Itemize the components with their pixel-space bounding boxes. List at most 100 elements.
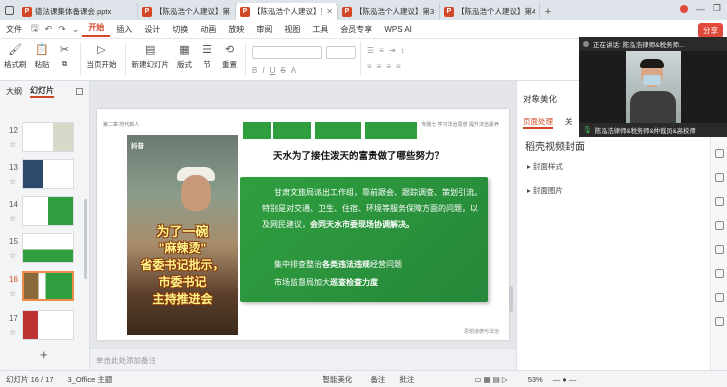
share-button[interactable]: 分享 xyxy=(698,23,723,38)
tab-document-3-active[interactable]: P 【陈泓浩个人建议】第 ✕ xyxy=(236,3,338,20)
sidebar-tool-icon[interactable] xyxy=(715,149,724,158)
sidebar-tool-icon[interactable] xyxy=(715,221,724,230)
tab-slides[interactable]: 幻灯片 xyxy=(30,85,54,98)
zoom-slider[interactable]: — ● — xyxy=(553,375,577,384)
photo-caption: 为了一碗 xyxy=(156,224,209,239)
menu-member[interactable]: 会员专享 xyxy=(334,24,378,35)
slide-thumbnail-12[interactable]: 12 ☆ xyxy=(0,122,90,154)
sidebar-tool-icon[interactable] xyxy=(715,173,724,182)
format-painter-button[interactable]: 🖌 格式刷 xyxy=(4,42,27,70)
menu-view[interactable]: 视图 xyxy=(278,24,306,35)
tab-page-process[interactable]: 页面处理 xyxy=(523,116,553,129)
slide-thumbnail-13[interactable]: 13 ☆ xyxy=(0,159,90,191)
new-slide-button[interactable]: ▤ 新建幻灯片 xyxy=(132,42,170,70)
line-spacing-icon[interactable]: ↕ xyxy=(401,46,405,55)
align-right-icon[interactable]: ≡ xyxy=(386,62,391,71)
header-bar xyxy=(273,122,311,139)
participant-video xyxy=(626,51,681,123)
font-color-icon[interactable]: A xyxy=(291,66,296,75)
tab-document-5[interactable]: P 【陈泓浩个人建议】第4 xyxy=(440,3,540,20)
header-bar xyxy=(315,122,361,139)
underline-icon[interactable]: U xyxy=(270,66,276,75)
reset-button[interactable]: ⟲ 重置 xyxy=(222,42,237,70)
home-button[interactable] xyxy=(0,0,18,20)
theme-name[interactable]: 3_Office 主题 xyxy=(68,374,113,385)
tab-related[interactable]: 关 xyxy=(565,116,573,129)
slide-question: 天水为了接住泼天的富贵做了哪些努力？ xyxy=(273,151,445,162)
zoom-level[interactable]: 53% xyxy=(528,375,543,384)
paste-button[interactable]: 📋 粘贴 xyxy=(35,42,50,70)
menu-transition[interactable]: 切换 xyxy=(166,24,194,35)
menu-home[interactable]: 开始 xyxy=(82,22,111,37)
bold-icon[interactable]: B xyxy=(252,66,257,75)
comments-toggle[interactable]: 批注 xyxy=(399,374,414,385)
layout-button[interactable]: ▦ 版式 xyxy=(177,42,192,70)
align-left-icon[interactable]: ≡ xyxy=(367,62,372,71)
redo-icon[interactable]: ↷ xyxy=(55,24,69,35)
sidebar-tool-icon[interactable] xyxy=(715,317,724,326)
thumbnails-scrollbar[interactable] xyxy=(84,199,87,279)
add-slide-button[interactable]: + xyxy=(40,347,48,362)
panel-toggle-icon[interactable] xyxy=(76,87,83,95)
brush-icon: 🖌 xyxy=(8,43,23,56)
minimize-icon[interactable]: — xyxy=(696,4,705,14)
speaker-icon xyxy=(583,41,589,47)
tab-outline[interactable]: 大纲 xyxy=(6,86,22,97)
font-family-select[interactable] xyxy=(252,46,322,59)
tab-document-2[interactable]: P 【陈泓浩个人建议】第1 xyxy=(138,3,236,20)
cover-style-item[interactable]: ▸ 封面样式 xyxy=(527,161,563,172)
notes-toggle[interactable]: 备注 xyxy=(370,374,385,385)
menu-tools[interactable]: 工具 xyxy=(306,24,334,35)
sidebar-tool-icon[interactable] xyxy=(715,245,724,254)
justify-icon[interactable]: ≡ xyxy=(396,62,401,71)
menu-insert[interactable]: 插入 xyxy=(110,24,138,35)
italic-icon[interactable]: I xyxy=(262,66,264,75)
slide-16[interactable]: 第二章 时代新人 专题七 学习法治思想 提升法治素养 抖音 为了一碗 "麻辣烫"… xyxy=(97,109,509,340)
slide-thumbnail-15[interactable]: 15 ☆ xyxy=(0,233,90,265)
smart-beautify-button[interactable]: 智能美化 xyxy=(322,374,352,385)
cover-image-item[interactable]: ▸ 封面图片 xyxy=(527,185,563,196)
notes-placeholder: 单击此处添加备注 xyxy=(96,356,156,365)
bullet-list-icon[interactable]: ☰ xyxy=(367,46,374,55)
indent-icon[interactable]: ⇥ xyxy=(389,46,396,55)
panel-header[interactable]: 对象美化 xyxy=(523,93,557,105)
notification-icon[interactable] xyxy=(679,4,688,13)
font-size-select[interactable] xyxy=(326,46,356,59)
notes-pane[interactable]: 单击此处添加备注 xyxy=(90,348,516,370)
reset-icon: ⟲ xyxy=(224,43,235,56)
cut-copy-group[interactable]: ✂ ⧉ xyxy=(58,42,72,69)
play-icon: ▷ xyxy=(97,43,106,56)
tab-document-4[interactable]: P 【陈泓浩个人建议】第3 xyxy=(338,3,440,20)
strikethrough-icon[interactable]: S xyxy=(280,66,285,75)
menu-animation[interactable]: 动画 xyxy=(194,24,222,35)
layout-icon: ▦ xyxy=(179,43,190,56)
ppt-file-icon: P xyxy=(22,6,32,17)
close-tab-icon[interactable]: ✕ xyxy=(326,7,333,16)
canvas-scrollbar[interactable] xyxy=(509,286,513,312)
menu-slideshow[interactable]: 放映 xyxy=(222,24,250,35)
restore-icon[interactable]: ❐ xyxy=(713,3,721,14)
meeting-video-overlay[interactable]: 正在讲话: 陈泓浩律师&税务师... 🎙 陈泓浩律师&税务师&仲裁员&高校师 xyxy=(579,37,727,137)
slide-thumbnail-16-selected[interactable]: 16 ☆ xyxy=(0,271,90,303)
menu-review[interactable]: 审阅 xyxy=(250,24,278,35)
sidebar-tool-icon[interactable] xyxy=(715,197,724,206)
menu-file[interactable]: 文件 xyxy=(0,24,28,35)
new-tab-button[interactable]: + xyxy=(540,3,556,20)
menu-wps-ai[interactable]: WPS AI xyxy=(378,25,418,34)
slide-thumbnail-17[interactable]: 17 ☆ xyxy=(0,310,90,342)
undo-icon[interactable]: ↶ xyxy=(42,24,56,35)
tab-document-1[interactable]: P 德法课集体备课会.pptx xyxy=(18,3,138,20)
sidebar-tool-icon[interactable] xyxy=(715,293,724,302)
sidebar-tool-icon[interactable] xyxy=(715,269,724,278)
numbered-list-icon[interactable]: ≡ xyxy=(379,46,384,55)
tab-bar: P 德法课集体备课会.pptx P 【陈泓浩个人建议】第1 P 【陈泓浩个人建议】第 ✕… xyxy=(0,0,727,20)
slide-thumbnail-14[interactable]: 14 ☆ xyxy=(0,196,90,228)
menu-design[interactable]: 设计 xyxy=(138,24,166,35)
align-buttons: ≡ ≡ ≡ ≡ xyxy=(367,62,405,71)
save-icon[interactable]: 🖫 xyxy=(28,21,42,37)
play-current-button[interactable]: ▷ 当页开始 xyxy=(87,42,117,70)
more-icon[interactable]: ⌄ xyxy=(69,24,83,35)
align-center-icon[interactable]: ≡ xyxy=(377,62,382,71)
section-button[interactable]: ☰ 节 xyxy=(200,42,214,70)
view-buttons[interactable]: ▭ ▦ ▤ ▷ xyxy=(474,375,507,384)
